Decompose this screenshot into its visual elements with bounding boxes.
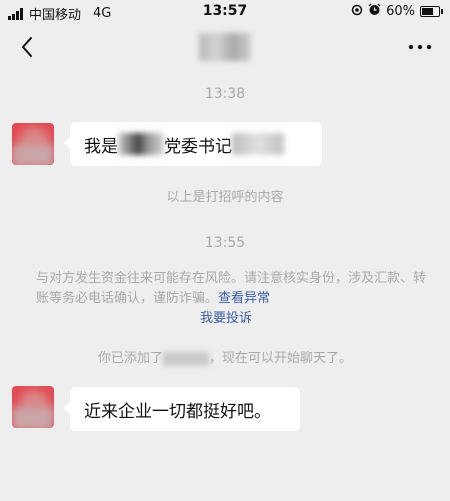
message-bubble[interactable]: 近来企业一切都挺好吧。 xyxy=(64,387,300,431)
location-icon xyxy=(351,4,363,20)
status-right: 60% xyxy=(351,3,443,20)
greeting-note: 以上是打招呼的内容 xyxy=(166,190,284,205)
message-text-prefix: 我是 xyxy=(84,136,118,157)
avatar[interactable] xyxy=(12,123,54,165)
redacted-text xyxy=(232,133,284,155)
chevron-left-icon xyxy=(22,37,32,57)
redacted-text xyxy=(118,133,164,155)
message-bubble[interactable]: 我是 党委书记 xyxy=(64,122,322,166)
risk-warning: 与对方发生资金往来可能存在风险。请注意核实身份，涉及汇款、转账等务必电话确认，谨… xyxy=(36,269,426,329)
more-button[interactable] xyxy=(404,34,436,60)
report-row: 我要投诉 xyxy=(36,309,426,329)
timestamp: 13:38 xyxy=(204,86,246,102)
contact-name-redacted xyxy=(199,33,251,61)
check-abnormal-link[interactable]: 查看异常 xyxy=(218,291,270,306)
report-link[interactable]: 我要投诉 xyxy=(200,311,252,326)
added-contact-note: 你已添加了 ，现在可以开始聊天了。 xyxy=(0,347,450,366)
message-text-suffix: 党委书记 xyxy=(164,136,232,157)
redacted-name xyxy=(163,351,209,366)
added-prefix: 你已添加了 xyxy=(97,351,163,366)
message-text: 近来企业一切都挺好吧。 xyxy=(84,401,271,422)
alarm-icon xyxy=(368,3,381,20)
avatar[interactable] xyxy=(12,386,54,428)
timestamp: 13:55 xyxy=(204,235,246,251)
battery-percent: 60% xyxy=(386,4,415,19)
added-suffix: ，现在可以开始聊天了。 xyxy=(209,351,353,366)
more-dots-icon xyxy=(408,44,432,50)
battery-icon xyxy=(420,6,443,17)
back-button[interactable] xyxy=(12,32,42,62)
nav-bar xyxy=(0,26,450,70)
status-bar: 中国移动 4G 13:57 60% xyxy=(0,0,450,24)
